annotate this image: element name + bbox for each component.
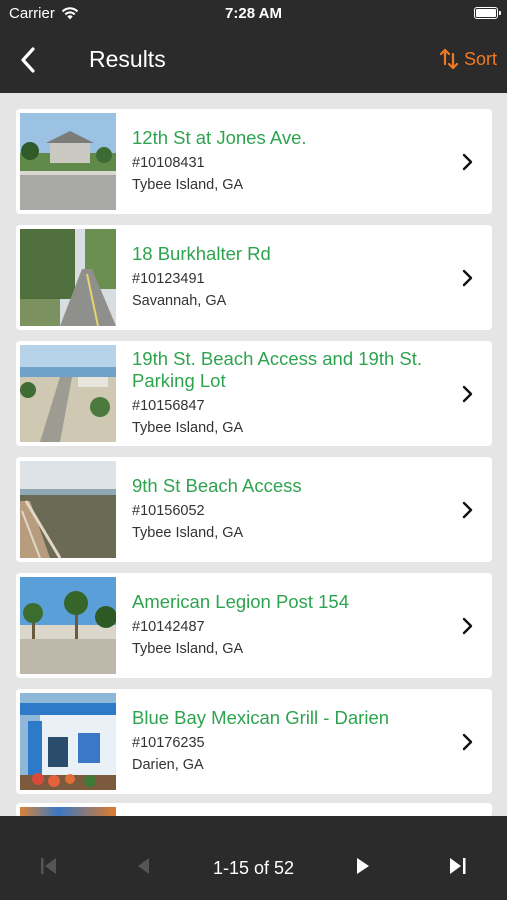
page-range-label: 1-15 of 52 bbox=[212, 858, 295, 878]
result-card[interactable]: Blue Bay Mexican Grill - Darien #1017623… bbox=[16, 689, 492, 794]
result-card[interactable]: 12th St at Jones Ave. #10108431 Tybee Is… bbox=[16, 109, 492, 214]
result-name: Blue Bay Mexican Grill - Darien bbox=[132, 707, 390, 728]
result-card-partial[interactable] bbox=[16, 803, 492, 816]
result-info: 12th St at Jones Ave. #10108431 Tybee Is… bbox=[132, 109, 452, 214]
result-location: Tybee Island, GA bbox=[132, 641, 244, 657]
next-page-button[interactable] bbox=[353, 856, 373, 881]
back-button[interactable] bbox=[14, 44, 44, 76]
last-page-icon bbox=[450, 858, 466, 874]
result-thumbnail bbox=[20, 229, 116, 326]
result-info: 18 Burkhalter Rd #10123491 Savannah, GA bbox=[132, 225, 452, 330]
status-bar: Carrier 7:28 AM bbox=[0, 0, 507, 28]
back-chevron-icon bbox=[21, 47, 35, 73]
result-card[interactable]: 19th St. Beach Access and 19th St. Parki… bbox=[16, 341, 492, 446]
result-name: American Legion Post 154 bbox=[132, 591, 349, 612]
result-name: 19th St. Beach Access and 19th St. Parki… bbox=[132, 348, 423, 391]
results-list[interactable]: 12th St at Jones Ave. #10108431 Tybee Is… bbox=[0, 93, 507, 816]
battery-icon bbox=[474, 7, 501, 19]
result-thumbnail bbox=[20, 345, 116, 442]
chevron-right-icon bbox=[462, 501, 473, 519]
result-location: Darien, GA bbox=[132, 757, 204, 773]
result-location: Tybee Island, GA bbox=[132, 420, 244, 436]
next-page-icon bbox=[357, 858, 369, 874]
result-location: Savannah, GA bbox=[132, 293, 227, 309]
result-info: American Legion Post 154 #10142487 Tybee… bbox=[132, 573, 452, 678]
page-title: Results bbox=[89, 46, 166, 72]
result-card[interactable]: 9th St Beach Access #10156052 Tybee Isla… bbox=[16, 457, 492, 562]
result-info: Blue Bay Mexican Grill - Darien #1017623… bbox=[132, 689, 452, 794]
last-page-button[interactable] bbox=[447, 856, 469, 881]
result-thumbnail bbox=[20, 113, 116, 210]
chevron-right-icon bbox=[462, 733, 473, 751]
result-name: 18 Burkhalter Rd bbox=[132, 243, 271, 264]
result-card[interactable]: 18 Burkhalter Rd #10123491 Savannah, GA bbox=[16, 225, 492, 330]
result-thumbnail bbox=[20, 807, 116, 816]
chevron-right-icon bbox=[462, 153, 473, 171]
result-location: Tybee Island, GA bbox=[132, 525, 244, 541]
chevron-right-icon bbox=[462, 385, 473, 403]
pagination-bar: 1-15 of 52 bbox=[0, 816, 507, 900]
result-id: #10108431 bbox=[132, 155, 205, 171]
result-location: Tybee Island, GA bbox=[132, 177, 244, 193]
chevron-right-icon bbox=[462, 269, 473, 287]
result-id: #10142487 bbox=[132, 619, 205, 635]
result-name: 12th St at Jones Ave. bbox=[132, 127, 307, 148]
result-info: 19th St. Beach Access and 19th St. Parki… bbox=[132, 341, 452, 446]
result-card[interactable]: American Legion Post 154 #10142487 Tybee… bbox=[16, 573, 492, 678]
clock: 7:28 AM bbox=[225, 5, 282, 22]
sort-label: Sort bbox=[463, 48, 497, 69]
result-id: #10123491 bbox=[132, 271, 205, 287]
navigation-bar: Results Sort bbox=[0, 28, 507, 92]
result-info: 9th St Beach Access #10156052 Tybee Isla… bbox=[132, 457, 452, 562]
result-thumbnail bbox=[20, 693, 116, 790]
result-thumbnail bbox=[20, 461, 116, 558]
result-id: #10156052 bbox=[132, 503, 205, 519]
chevron-right-icon bbox=[462, 617, 473, 635]
result-name: 9th St Beach Access bbox=[132, 475, 302, 496]
result-thumbnail bbox=[20, 577, 116, 674]
sort-button[interactable]: Sort bbox=[439, 48, 497, 70]
sort-arrows-icon bbox=[439, 48, 458, 70]
result-id: #10156847 bbox=[132, 398, 205, 414]
result-id: #10176235 bbox=[132, 735, 205, 751]
